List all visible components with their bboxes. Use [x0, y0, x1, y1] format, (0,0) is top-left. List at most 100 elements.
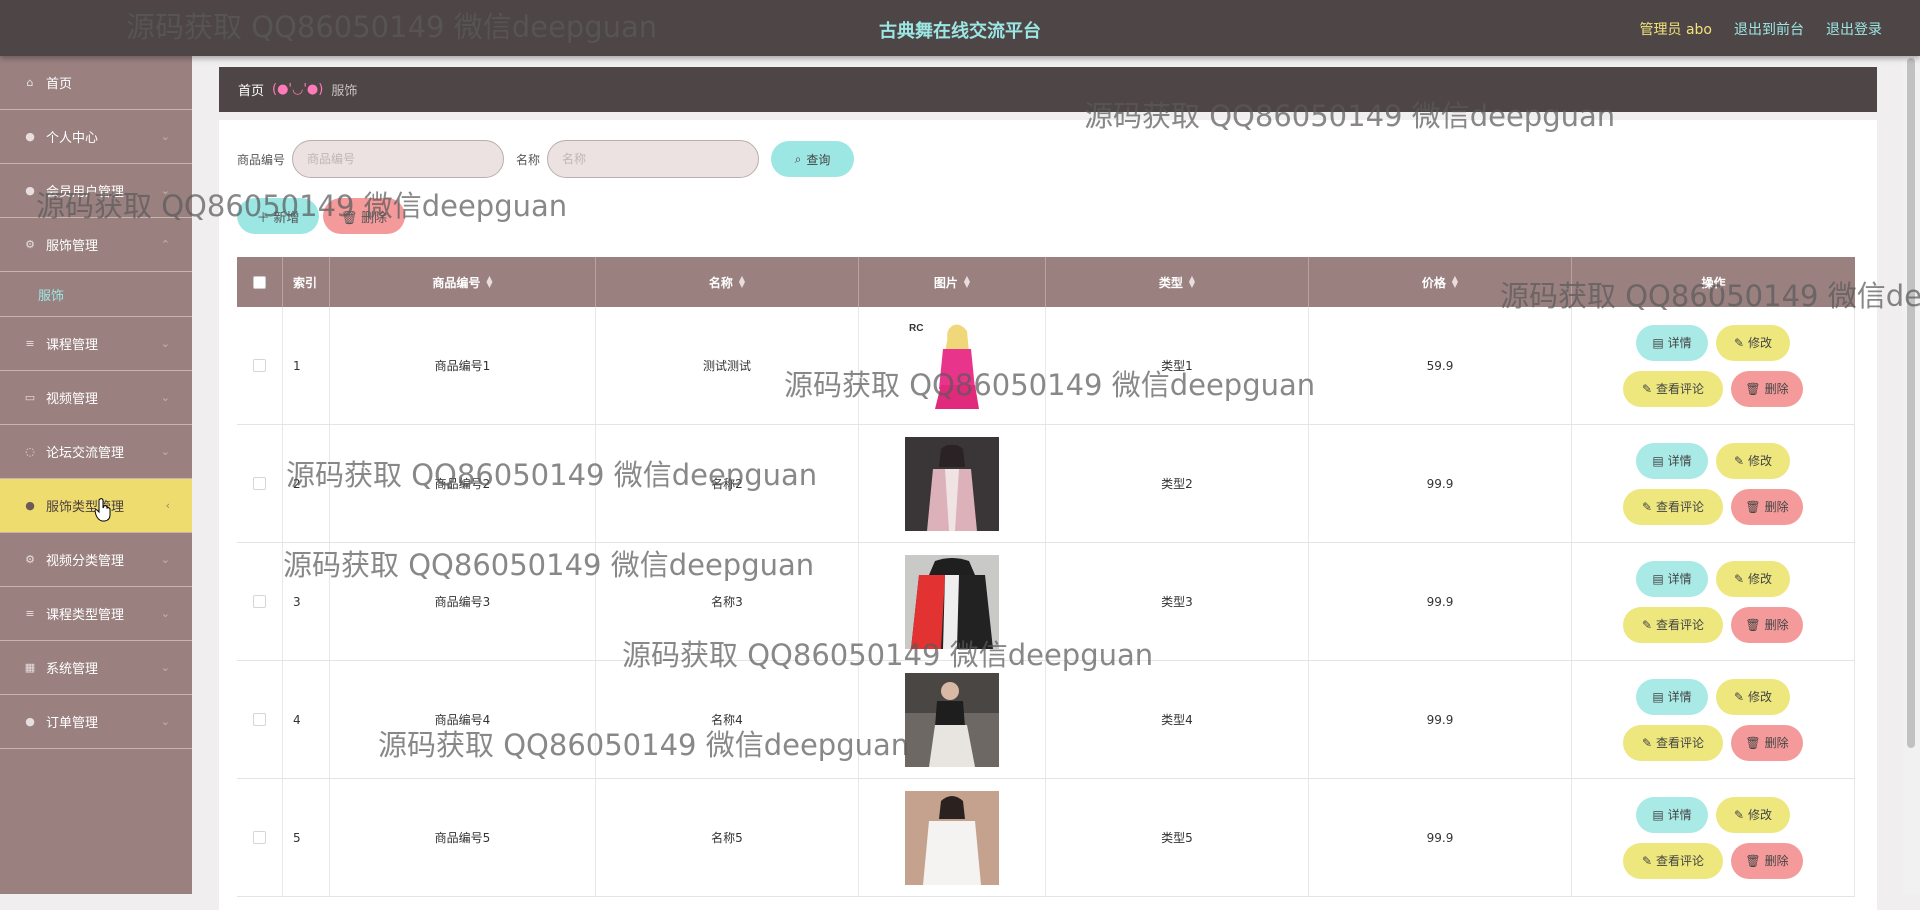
sidebar-item-video-category-management[interactable]: ⚙ 视频分类管理 ⌄	[0, 533, 192, 587]
exit-to-front-link[interactable]: 退出到前台	[1734, 19, 1804, 39]
row-image-cell	[859, 425, 1046, 542]
row-checkbox[interactable]	[253, 477, 266, 490]
row-delete-button[interactable]: 🗑 删除	[1731, 606, 1803, 643]
edit-button[interactable]: ✎ 修改	[1716, 442, 1790, 479]
breadcrumb-separator: (●'◡'●)	[272, 82, 324, 97]
sidebar-item-order-management[interactable]: ● 订单管理 ⌄	[0, 695, 192, 749]
sidebar-item-member-management[interactable]: ● 会员用户管理 ⌄	[0, 164, 192, 218]
delete-label: 删除	[1764, 736, 1789, 750]
row-check-cell	[237, 425, 283, 542]
logout-link[interactable]: 退出登录	[1826, 19, 1882, 39]
add-button[interactable]: ＋ 新增	[237, 198, 319, 234]
sidebar-item-personal-center[interactable]: ● 个人中心 ⌄	[0, 110, 192, 164]
row-price: 99.9	[1309, 661, 1572, 778]
row-image-cell	[859, 543, 1046, 660]
product-image[interactable]	[905, 554, 999, 649]
header-type[interactable]: 类型 ▲ ▼	[1046, 257, 1309, 307]
edit-button[interactable]: ✎ 修改	[1716, 678, 1790, 715]
header-name[interactable]: 名称 ▲ ▼	[596, 257, 859, 307]
row-name: 测试测试	[596, 307, 859, 424]
pencil-icon: ✎	[1733, 453, 1745, 468]
edit-label: 修改	[1748, 454, 1773, 468]
chevron-down-icon: ⌄	[160, 130, 170, 143]
row-code: 商品编号1	[330, 307, 596, 424]
chevron-down-icon: ⌄	[160, 607, 170, 620]
row-price: 99.9	[1309, 425, 1572, 542]
scrollbar-thumb[interactable]	[1907, 58, 1915, 748]
header-code[interactable]: 商品编号 ▲ ▼	[330, 257, 596, 307]
row-check-cell	[237, 307, 283, 424]
sidebar-item-costume-management[interactable]: ⚙ 服饰管理 ⌃	[0, 218, 192, 272]
row-image-cell	[859, 779, 1046, 896]
breadcrumb-home[interactable]: 首页	[238, 80, 264, 99]
query-button[interactable]: ⌕ 查询	[771, 141, 855, 177]
page-scrollbar[interactable]	[1902, 56, 1920, 894]
list-icon: ≡	[25, 337, 35, 350]
detail-button[interactable]: ▤ 详情	[1636, 678, 1708, 715]
row-type: 类型3	[1046, 543, 1309, 660]
header-op: 操作	[1701, 275, 1726, 290]
product-image[interactable]	[905, 790, 999, 885]
row-ops: ▤ 详情 ✎ 修改 ✎ 查看评论 🗑 删除	[1572, 543, 1855, 660]
sidebar-item-course-management[interactable]: ≡ 课程管理 ⌄	[0, 317, 192, 371]
row-index: 3	[283, 543, 330, 660]
row-delete-button[interactable]: 🗑 删除	[1731, 488, 1803, 525]
row-index: 4	[283, 661, 330, 778]
row-code: 商品编号5	[330, 779, 596, 896]
row-delete-button[interactable]: 🗑 删除	[1731, 370, 1803, 407]
edit-button[interactable]: ✎ 修改	[1716, 560, 1790, 597]
name-search-input[interactable]	[547, 140, 760, 178]
sort-icon: ▲ ▼	[963, 274, 971, 289]
sidebar-item-home[interactable]: ⌂ 首页	[0, 56, 192, 110]
row-delete-button[interactable]: 🗑 删除	[1731, 842, 1803, 879]
app-title: 古典舞在线交流平台	[879, 21, 1041, 42]
trash-icon: 🗑	[340, 209, 358, 225]
sidebar-item-course-type-management[interactable]: ≡ 课程类型管理 ⌄	[0, 587, 192, 641]
view-comments-button[interactable]: ✎ 查看评论	[1623, 606, 1723, 643]
gear-icon: ⚙	[25, 553, 35, 566]
sidebar-item-video-management[interactable]: ▭ 视频管理 ⌄	[0, 371, 192, 425]
view-comments-button[interactable]: ✎ 查看评论	[1623, 488, 1723, 525]
row-checkbox[interactable]	[253, 713, 266, 726]
sidebar-item-system-management[interactable]: ▦ 系统管理 ⌄	[0, 641, 192, 695]
document-icon: ▤	[1652, 571, 1664, 586]
detail-button[interactable]: ▤ 详情	[1636, 442, 1708, 479]
edit-button[interactable]: ✎ 修改	[1716, 796, 1790, 833]
code-search-input[interactable]	[292, 140, 505, 178]
row-code: 商品编号4	[330, 661, 596, 778]
detail-button[interactable]: ▤ 详情	[1636, 560, 1708, 597]
header-image[interactable]: 图片 ▲ ▼	[859, 257, 1046, 307]
pencil-icon: ✎	[1733, 571, 1745, 586]
row-checkbox[interactable]	[253, 595, 266, 608]
sidebar-item-forum-management[interactable]: ◌ 论坛交流管理 ⌄	[0, 425, 192, 479]
breadcrumb-current: 服饰	[331, 84, 358, 99]
detail-button[interactable]: ▤ 详情	[1636, 324, 1708, 361]
select-all-checkbox[interactable]	[253, 275, 266, 289]
sidebar-subitem-costume[interactable]: 服饰	[0, 272, 192, 317]
image-brand-label: RC	[909, 323, 923, 334]
header-label: 名称	[708, 275, 733, 290]
row-code: 商品编号2	[330, 425, 596, 542]
add-button-label: 新增	[273, 209, 300, 225]
comment-label: 查看评论	[1656, 736, 1705, 750]
row-checkbox[interactable]	[253, 831, 266, 844]
header-price[interactable]: 价格 ▲ ▼	[1309, 257, 1572, 307]
product-image[interactable]	[905, 672, 999, 767]
view-comments-button[interactable]: ✎ 查看评论	[1623, 842, 1723, 879]
sidebar-item-label: 课程类型管理	[46, 608, 125, 623]
sidebar: ⌂ 首页 ● 个人中心 ⌄ ● 会员用户管理 ⌄ ⚙ 服饰管理 ⌃ 服饰 ≡ 课…	[0, 56, 192, 894]
view-comments-button[interactable]: ✎ 查看评论	[1623, 370, 1723, 407]
row-checkbox[interactable]	[253, 359, 266, 372]
document-icon: ▤	[1652, 453, 1664, 468]
table-header: 索引 商品编号 ▲ ▼ 名称 ▲ ▼ 图片 ▲ ▼ 类型 ▲ ▼ 价格 ▲ ▼ 操作	[237, 257, 1855, 307]
product-image[interactable]	[905, 436, 999, 531]
batch-delete-button[interactable]: 🗑 删除	[323, 198, 405, 234]
action-row: ＋ 新增 🗑 删除	[237, 198, 405, 234]
row-delete-button[interactable]: 🗑 删除	[1731, 724, 1803, 761]
detail-button[interactable]: ▤ 详情	[1636, 796, 1708, 833]
edit-button[interactable]: ✎ 修改	[1716, 324, 1790, 361]
sidebar-item-label: 服饰管理	[46, 239, 99, 254]
row-image-cell: RC	[859, 307, 1046, 424]
view-comments-button[interactable]: ✎ 查看评论	[1623, 724, 1723, 761]
product-image[interactable]: RC	[905, 318, 999, 413]
